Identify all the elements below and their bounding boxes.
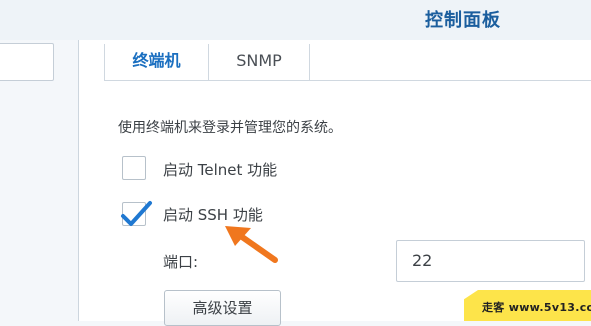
telnet-label: 启动 Telnet 功能 (163, 161, 278, 179)
left-search-input[interactable] (0, 43, 54, 81)
terminal-description: 使用终端机来登录并管理您的系统。 (118, 120, 342, 136)
app-title: 控制面板 (425, 10, 501, 31)
tab-snmp[interactable]: SNMP (209, 44, 309, 80)
tab-underline (104, 80, 591, 81)
port-label: 端口: (163, 253, 199, 271)
annotation-arrow-icon (225, 226, 278, 263)
left-panel (0, 40, 78, 321)
top-bar: 控制面板 (0, 0, 591, 40)
port-input[interactable]: 22 (396, 240, 585, 282)
tab-separator (309, 44, 310, 80)
telnet-checkbox[interactable] (122, 156, 146, 180)
tab-terminal[interactable]: 终端机 (105, 44, 208, 80)
checkmark-icon (121, 201, 152, 226)
watermark-text: 走客 www.5v13.com (482, 301, 591, 314)
watermark: 走客 www.5v13.com (464, 290, 591, 321)
